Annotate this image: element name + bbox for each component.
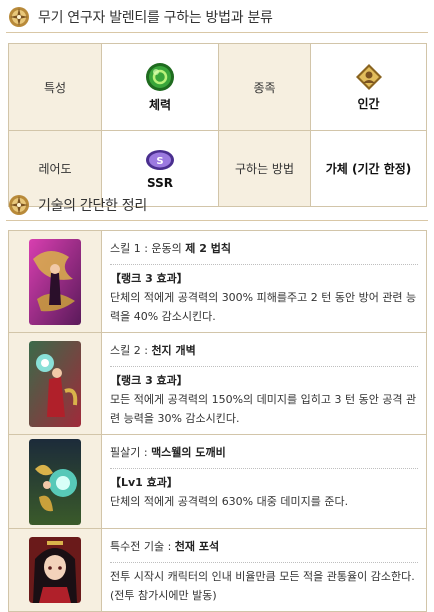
compass-emblem-icon [9,195,29,215]
rarity-value: SSR [147,175,173,190]
skill-row: 특수전 기술 : 천재 포석 전투 시작시 캐릭터의 인내 비율만큼 모든 적을… [8,528,427,612]
section-divider [6,32,428,33]
skill-4-portrait-image [29,537,81,603]
race-label: 종족 [218,43,311,131]
obtain-label: 구하는 방법 [218,130,311,207]
skill-2-card-image [29,340,81,427]
skill-2-text: 모든 적에게 공격력의 150%의 데미지를 입히고 3 턴 동안 공격 관련 … [110,393,417,425]
trait-cell: 체력 [101,43,219,131]
skill-3-card-image [29,438,81,525]
skill-2-rank: 【랭크 3 효과】 [110,374,188,387]
human-race-badge-icon [355,63,382,90]
section-title-method: 무기 연구자 발렌티를 구하는 방법과 분류 [38,10,273,26]
svg-text:S: S [156,156,163,167]
skill-row: 스킬 1 : 운동의 제 2 법칙 【랭크 3 효과】 단체의 적에게 공격력의… [8,230,427,333]
skill-4-thumb-cell [8,528,102,612]
skill-1-rank: 【랭크 3 효과】 [110,272,188,285]
skill-row: 스킬 2 : 천지 개벽 【랭크 3 효과】 모든 적에게 공격력의 150%의… [8,332,427,435]
section-divider [6,220,428,221]
skill-3-description: 필살기 : 맥스웰의 도깨비 【Lv1 효과】 단체의 적에게 공격력의 630… [101,434,427,529]
skill-4-description: 특수전 기술 : 천재 포석 전투 시작시 캐릭터의 인내 비율만큼 모든 적을… [101,528,427,612]
section-header-method: 무기 연구자 발렌티를 구하는 방법과 분류 [8,4,273,30]
race-value: 인간 [357,96,380,111]
compass-emblem-icon [9,7,29,27]
trait-value: 체력 [148,97,172,112]
skills-table: 스킬 1 : 운동의 제 2 법칙 【랭크 3 효과】 단체의 적에게 공격력의… [8,230,427,612]
skill-row: 필살기 : 맥스웰의 도깨비 【Lv1 효과】 단체의 적에게 공격력의 630… [8,434,427,529]
skill-1-text: 단체의 적에게 공격력의 300% 피해를주고 2 턴 동안 방어 관련 능력을… [110,291,417,323]
skill-2-name: 스킬 2 : 천지 개벽 [110,344,196,357]
skill-4-text: 전투 시작시 캐릭터의 인내 비율만큼 모든 적을 관통율이 감소한다. (전투… [110,570,415,602]
obtain-value: 가체 (기간 한정) [310,130,427,207]
stamina-green-orb-icon [146,62,174,91]
race-cell: 인간 [310,43,427,131]
skill-3-thumb-cell [8,434,102,529]
skill-1-description: 스킬 1 : 운동의 제 2 법칙 【랭크 3 효과】 단체의 적에게 공격력의… [101,230,427,333]
skill-3-text: 단체의 적에게 공격력의 630% 대중 데미지를 준다. [110,495,349,508]
section-title-skills: 기술의 간단한 정리 [38,198,147,214]
skill-1-thumb-cell [8,230,102,333]
info-table: 특성 체력 종족 인간 레어도 S SSR 구하는 방법 가체 (기간 한정) [8,43,427,207]
skill-3-name: 필살기 : 맥스웰의 도깨비 [110,446,226,459]
ssr-rarity-icon: S [146,149,174,170]
skill-1-card-image [29,238,81,325]
skill-1-name: 스킬 1 : 운동의 제 2 법칙 [110,242,231,255]
skill-3-rank: 【Lv1 효과】 [110,476,178,489]
skill-4-name: 특수전 기술 : 천재 포석 [110,540,220,553]
trait-label: 특성 [8,43,102,131]
section-header-skills: 기술의 간단한 정리 [8,192,147,218]
skill-2-description: 스킬 2 : 천지 개벽 【랭크 3 효과】 모든 적에게 공격력의 150%의… [101,332,427,435]
skill-2-thumb-cell [8,332,102,435]
